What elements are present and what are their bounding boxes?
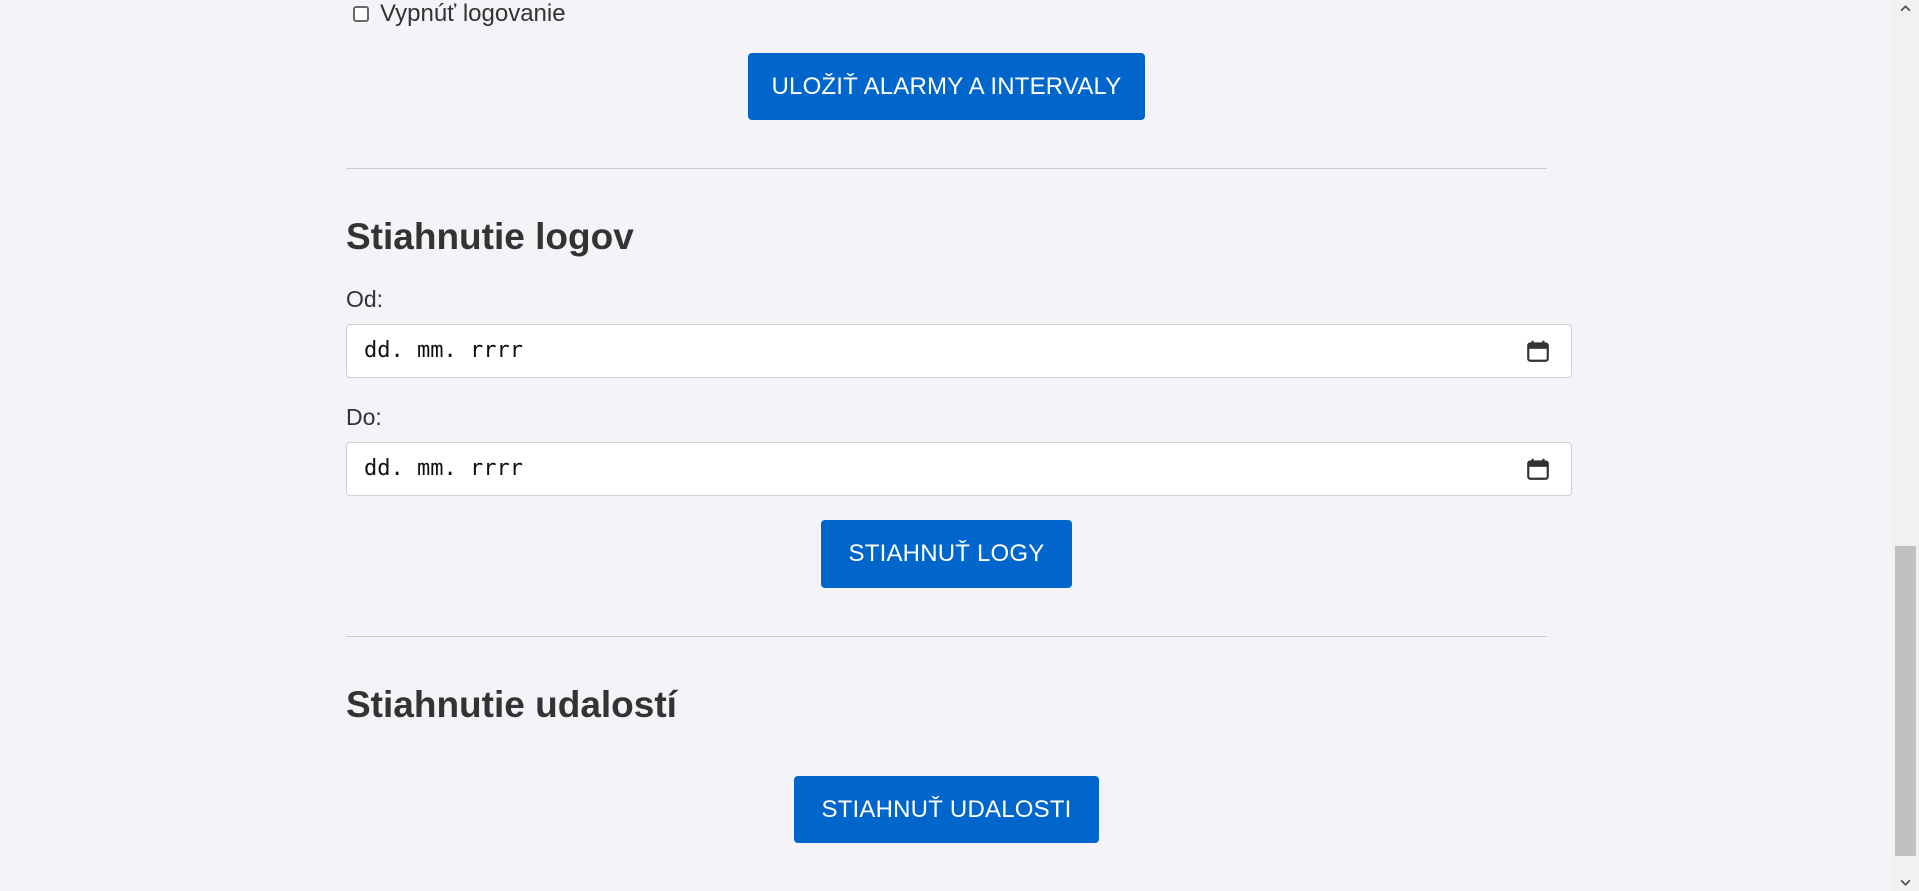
disable-logging-label[interactable]: Vypnúť logovanie bbox=[380, 0, 566, 28]
to-date-label: Do: bbox=[346, 404, 382, 430]
page: Vypnúť logovanie ULOŽIŤ ALARMY A INTERVA… bbox=[0, 0, 1892, 891]
from-date-input[interactable]: dd. mm. rrrr bbox=[346, 324, 1572, 378]
section-divider bbox=[346, 636, 1547, 637]
download-events-button[interactable]: STIAHNUŤ UDALOSTI bbox=[794, 776, 1099, 843]
chevron-up-icon[interactable] bbox=[1899, 2, 1912, 15]
events-section-title: Stiahnutie udalostí bbox=[346, 684, 677, 725]
from-date-label: Od: bbox=[346, 286, 384, 312]
download-logs-button[interactable]: STIAHNUŤ LOGY bbox=[821, 520, 1072, 588]
disable-logging-row[interactable]: Vypnúť logovanie bbox=[346, 0, 566, 28]
logs-section-title: Stiahnutie logov bbox=[346, 216, 634, 257]
chevron-down-icon[interactable] bbox=[1899, 876, 1912, 889]
to-date-input[interactable]: dd. mm. rrrr bbox=[346, 442, 1572, 496]
calendar-icon[interactable] bbox=[1525, 456, 1551, 482]
section-divider bbox=[346, 168, 1547, 169]
disable-logging-checkbox[interactable] bbox=[353, 6, 369, 22]
vertical-scrollbar[interactable] bbox=[1892, 0, 1919, 891]
calendar-icon[interactable] bbox=[1525, 338, 1551, 364]
to-date-placeholder[interactable]: dd. mm. rrrr bbox=[364, 443, 523, 495]
from-date-placeholder[interactable]: dd. mm. rrrr bbox=[364, 325, 523, 377]
save-alarms-intervals-button[interactable]: ULOŽIŤ ALARMY A INTERVALY bbox=[748, 53, 1145, 120]
scrollbar-thumb[interactable] bbox=[1895, 546, 1916, 856]
